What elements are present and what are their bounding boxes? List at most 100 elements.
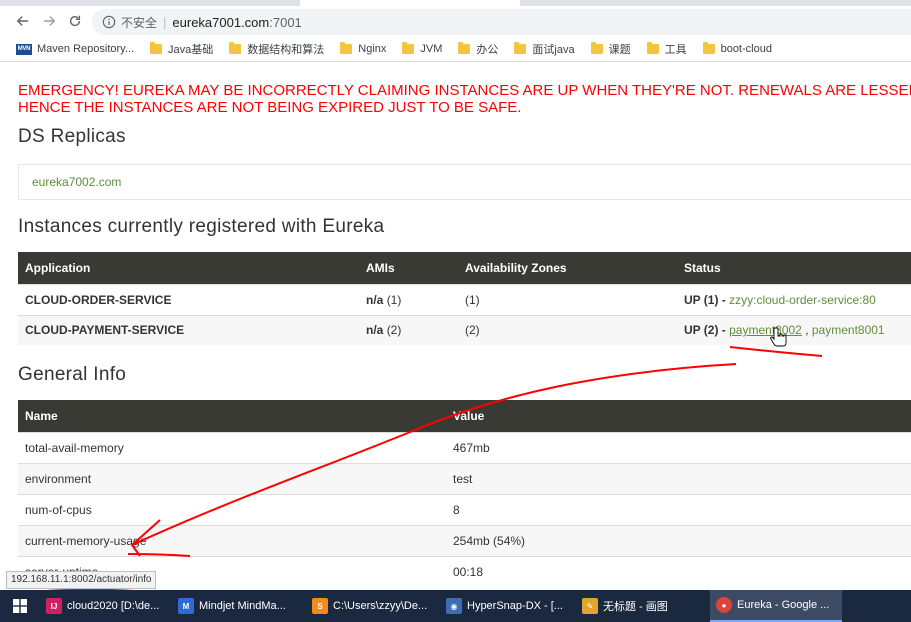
bookmark-topics[interactable]: 课题	[590, 41, 631, 57]
arrow-right-icon	[43, 16, 56, 26]
paint-icon: ✎	[582, 598, 598, 614]
bookmark-label: Nginx	[358, 43, 387, 55]
info-value: 8	[446, 493, 911, 525]
instance-link[interactable]: payment8001	[812, 323, 885, 337]
application-name: CLOUD-ORDER-SERVICE	[18, 283, 359, 315]
intellij-icon: IJ	[46, 598, 62, 614]
col-header-amis[interactable]: AMIs	[359, 252, 458, 284]
folder-icon	[458, 42, 471, 54]
replica-link[interactable]: eureka7002.com	[32, 175, 121, 189]
table-row: environment test	[18, 462, 911, 494]
taskbar-label: C:\Users\zzyy\De...	[333, 600, 428, 612]
taskbar-label: 无标题 - 画图	[603, 601, 668, 613]
taskbar-label: HyperSnap-DX - [...	[467, 600, 563, 612]
status-cell: UP (1) - zzyy:cloud-order-service:80	[677, 283, 911, 315]
amis-count: (1)	[386, 292, 402, 307]
col-header-application[interactable]: Application	[18, 252, 359, 284]
taskbar-item-chrome[interactable]: ● Eureka - Google ...	[710, 590, 842, 622]
instances-header-row: Application AMIs Availability Zones Stat…	[18, 252, 911, 284]
sublime-icon: S	[312, 598, 328, 614]
instances-table: Application AMIs Availability Zones Stat…	[18, 252, 911, 345]
bookmark-label: Java基础	[168, 44, 214, 56]
instance-link-hovered[interactable]: payment8002	[729, 323, 802, 337]
bookmark-label: Maven Repository...	[37, 43, 135, 55]
taskbar-label: Mindjet MindMa...	[199, 600, 286, 612]
bookmark-maven[interactable]: MVN Maven Repository...	[16, 43, 134, 55]
info-icon[interactable]	[102, 15, 116, 29]
col-header-name[interactable]: Name	[18, 400, 446, 432]
info-name: total-avail-memory	[18, 431, 446, 463]
windows-logo-icon	[13, 599, 27, 613]
bookmarks-bar: MVN Maven Repository... Java基础 数据结构和算法 N…	[0, 37, 911, 62]
instance-link[interactable]: zzyy:cloud-order-service:80	[729, 293, 876, 307]
folder-icon	[229, 42, 242, 54]
status-prefix: UP (2) -	[684, 323, 730, 338]
amis-cell: n/a (2)	[359, 314, 458, 345]
url-port: :7001	[269, 14, 302, 30]
bookmark-label: 数据结构和算法	[247, 44, 325, 56]
table-row: num-of-cpus 8	[18, 493, 911, 525]
taskbar-item-hypersnap[interactable]: ◉ HyperSnap-DX - [...	[440, 590, 572, 622]
mindjet-icon: M	[178, 598, 194, 614]
emergency-warning: EMERGENCY! EUREKA MAY BE INCORRECTLY CLA…	[18, 82, 911, 116]
taskbar-label: cloud2020 [D:\de...	[67, 600, 160, 612]
col-header-zones[interactable]: Availability Zones	[458, 252, 677, 284]
page-content: EMERGENCY! EUREKA MAY BE INCORRECTLY CLA…	[0, 62, 911, 590]
folder-icon	[590, 42, 603, 54]
bookmark-office[interactable]: 办公	[458, 41, 498, 57]
bookmark-label: boot-cloud	[720, 43, 772, 55]
folder-icon	[514, 42, 527, 54]
bookmark-label: 面试java	[532, 44, 575, 56]
bookmark-boot-cloud[interactable]: boot-cloud	[702, 42, 772, 55]
taskbar-item-paint[interactable]: ✎ 无标题 - 画图	[576, 590, 706, 622]
camera-icon: ◉	[446, 598, 462, 614]
folder-icon	[150, 42, 163, 54]
folder-icon	[402, 42, 415, 54]
amis-value: n/a	[366, 292, 384, 307]
emergency-line-1: EMERGENCY! EUREKA MAY BE INCORRECTLY CLA…	[18, 82, 911, 99]
reload-button[interactable]	[64, 10, 86, 32]
table-row: CLOUD-PAYMENT-SERVICE n/a (2) (2) UP (2)…	[18, 314, 911, 345]
emergency-line-2: HENCE THE INSTANCES ARE NOT BEING EXPIRE…	[18, 99, 522, 116]
bookmark-label: 课题	[608, 44, 631, 56]
maven-logo-icon: MVN	[16, 43, 32, 55]
status-cell: UP (2) - payment8002 , payment8001	[677, 314, 911, 345]
info-value: 467mb	[446, 431, 911, 463]
info-value: test	[446, 462, 911, 494]
windows-taskbar: IJ cloud2020 [D:\de... M Mindjet MindMa.…	[0, 590, 911, 622]
chrome-icon: ●	[716, 597, 732, 613]
table-row: total-avail-memory 467mb	[18, 431, 911, 463]
omnibox-separator: |	[163, 14, 167, 30]
col-header-status[interactable]: Status	[677, 252, 911, 284]
ds-replicas-title: DS Replicas	[18, 126, 126, 147]
bookmark-interview-java[interactable]: 面试java	[514, 41, 575, 57]
amis-count: (2)	[386, 323, 402, 338]
bookmark-data-structures[interactable]: 数据结构和算法	[229, 41, 324, 57]
taskbar-item-mindjet[interactable]: M Mindjet MindMa...	[172, 590, 302, 622]
folder-icon	[702, 42, 715, 54]
status-prefix: UP (1) -	[684, 292, 730, 307]
url-host: eureka7001.com	[172, 14, 270, 30]
forward-button[interactable]	[38, 10, 60, 32]
col-header-value[interactable]: Value	[446, 400, 911, 432]
reload-icon	[69, 15, 81, 27]
taskbar-item-intellij[interactable]: IJ cloud2020 [D:\de...	[40, 590, 168, 622]
zones-cell: (1)	[458, 283, 677, 315]
bookmark-tools[interactable]: 工具	[646, 41, 687, 57]
bookmark-jvm[interactable]: JVM	[402, 42, 442, 55]
back-button[interactable]	[12, 10, 34, 32]
bookmark-nginx[interactable]: Nginx	[340, 42, 387, 55]
folder-icon	[646, 42, 659, 54]
table-row: CLOUD-ORDER-SERVICE n/a (1) (1) UP (1) -…	[18, 283, 911, 315]
ds-replicas-box: eureka7002.com	[18, 164, 911, 200]
taskbar-item-sublime[interactable]: S C:\Users\zzyy\De...	[306, 590, 436, 622]
general-info-title: General Info	[18, 364, 127, 385]
folder-icon	[340, 42, 353, 54]
start-button[interactable]	[0, 590, 40, 622]
bookmark-label: 工具	[664, 44, 687, 56]
bookmark-java-basics[interactable]: Java基础	[150, 41, 213, 57]
address-bar[interactable]: 不安全 | eureka7001.com :7001	[92, 9, 911, 35]
info-value: 254mb (54%)	[446, 524, 911, 556]
application-name: CLOUD-PAYMENT-SERVICE	[18, 314, 359, 345]
amis-cell: n/a (1)	[359, 283, 458, 315]
